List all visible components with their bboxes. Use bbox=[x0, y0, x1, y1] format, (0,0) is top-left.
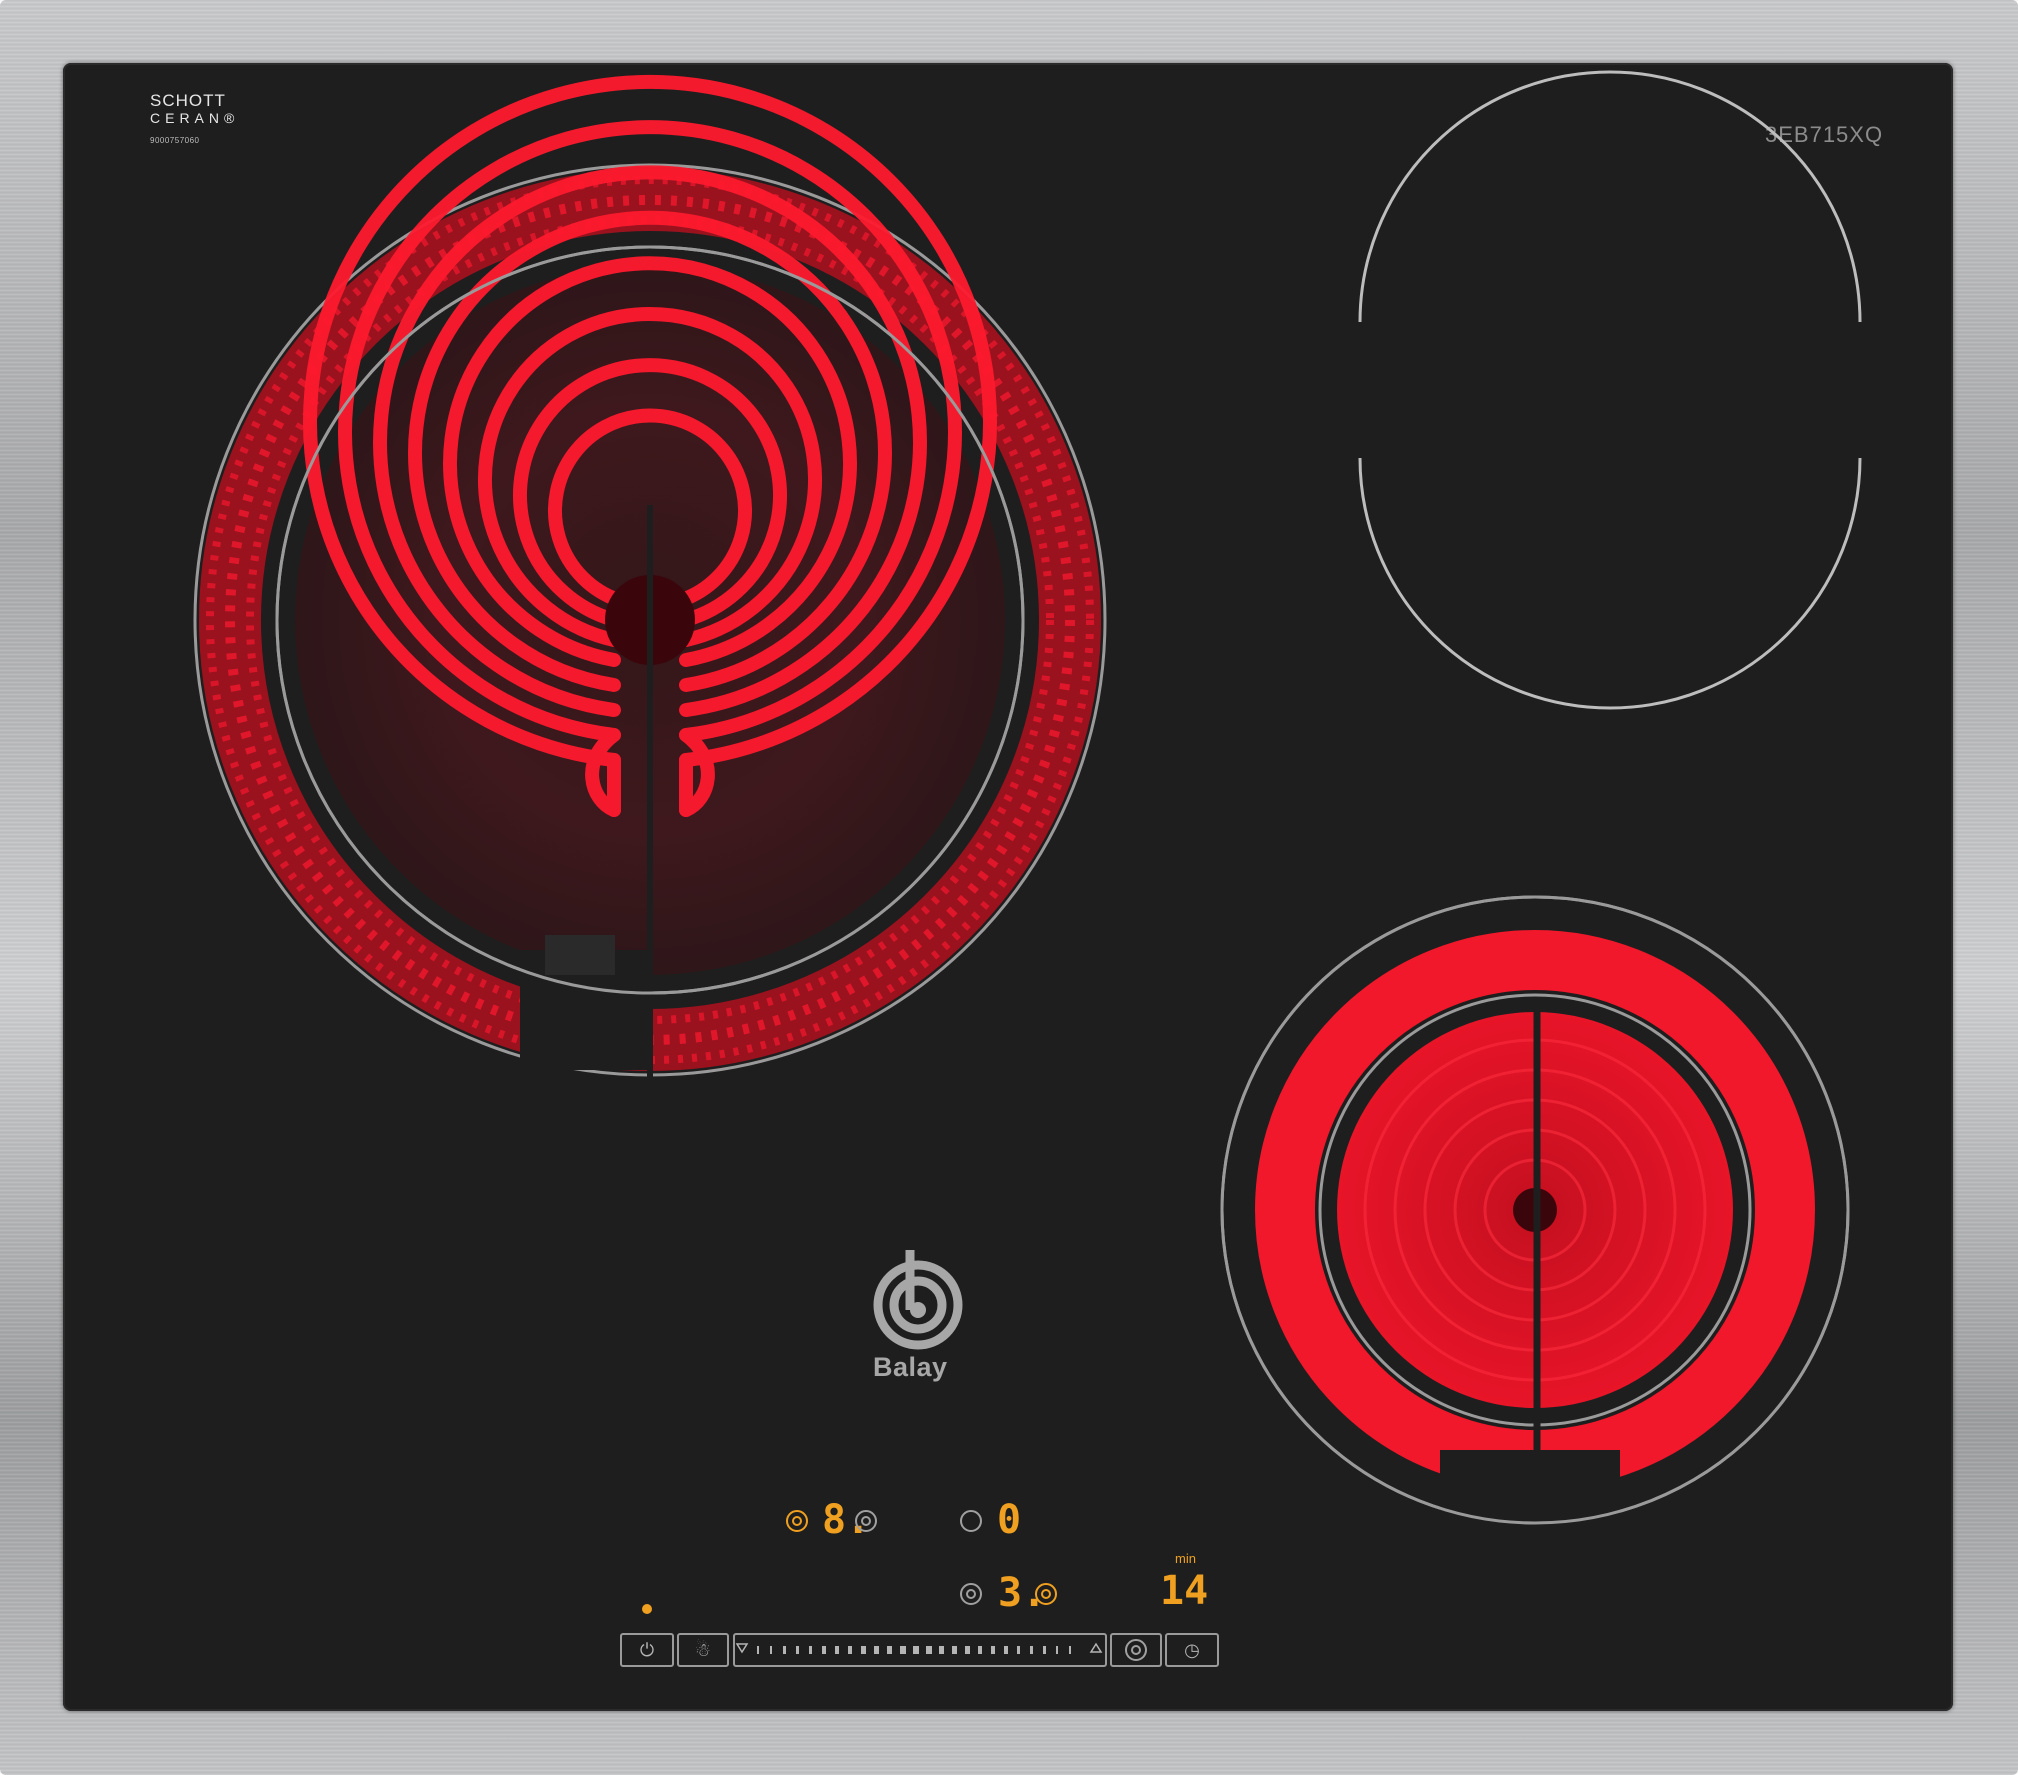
slider-ticks bbox=[757, 1646, 1071, 1654]
zone-select-front-right-inner-icon[interactable] bbox=[960, 1583, 982, 1605]
clock-icon: ◷ bbox=[1184, 1640, 1200, 1660]
balay-logo-text: Balay bbox=[873, 1352, 948, 1382]
child-lock-button[interactable]: ☃ bbox=[677, 1633, 729, 1667]
zone-select-front-right-outer-icon[interactable] bbox=[1035, 1583, 1057, 1605]
power-indicator-led bbox=[642, 1604, 652, 1614]
rear-right-level-display: 0 bbox=[997, 1497, 1022, 1543]
timer-display: 14 bbox=[1160, 1568, 1209, 1614]
balay-logo-mark bbox=[873, 1250, 963, 1350]
power-button[interactable]: ⏻ bbox=[620, 1633, 674, 1667]
dual-zone-button[interactable] bbox=[1110, 1633, 1162, 1667]
timer-button[interactable]: ◷ bbox=[1165, 1633, 1219, 1667]
triangle-up-icon bbox=[1089, 1642, 1103, 1653]
child-lock-icon: ☃ bbox=[694, 1640, 712, 1660]
power-level-slider[interactable] bbox=[733, 1633, 1107, 1667]
zone-front-right bbox=[1220, 895, 1850, 1530]
slider-scale bbox=[735, 1642, 1103, 1654]
triangle-down-icon bbox=[735, 1643, 749, 1654]
timer-unit-label: min bbox=[1175, 1551, 1196, 1566]
zone-select-rear-left-icon[interactable] bbox=[855, 1510, 877, 1532]
zone-select-rear-right-icon[interactable] bbox=[960, 1510, 982, 1532]
power-icon: ⏻ bbox=[639, 1640, 655, 1660]
zone-rear-right bbox=[1358, 70, 1862, 710]
dual-zone-icon bbox=[1125, 1639, 1147, 1661]
zone-front-left bbox=[193, 74, 1107, 1080]
zone-select-front-left-icon[interactable] bbox=[786, 1510, 808, 1532]
